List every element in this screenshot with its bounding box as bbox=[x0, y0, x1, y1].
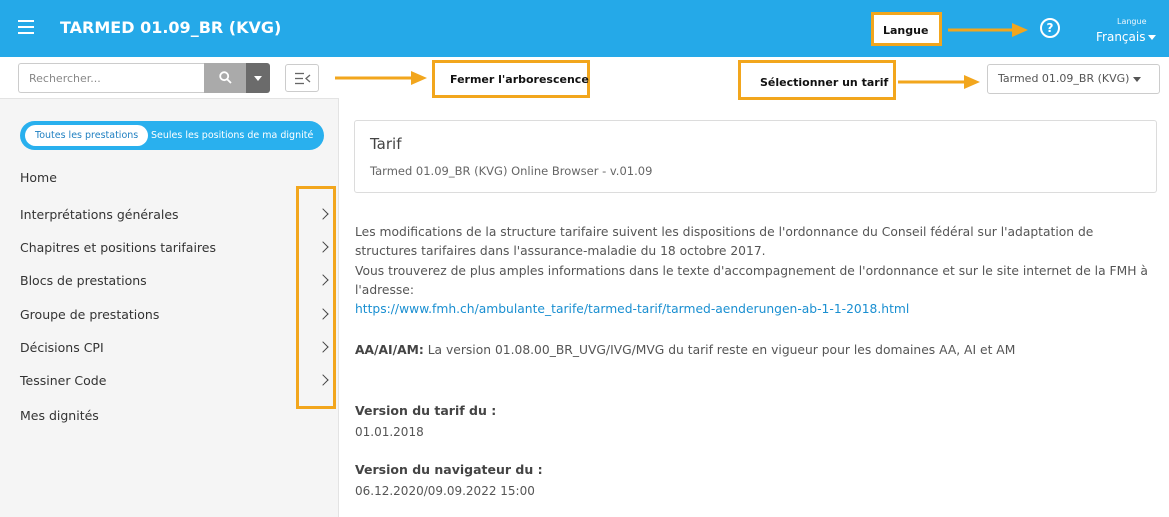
app-title: TARMED 01.09_BR (KVG) bbox=[60, 18, 282, 37]
hamburger-menu-icon[interactable] bbox=[18, 20, 34, 34]
sidebar-item-tessiner[interactable]: Tessiner Code bbox=[20, 373, 106, 388]
tariff-version-label: Version du tarif du : bbox=[355, 403, 497, 418]
aa-ai-am-note: AA/AI/AM: La version 01.08.00_BR_UVG/IVG… bbox=[355, 343, 1015, 357]
sidebar-item-home[interactable]: Home bbox=[20, 170, 57, 185]
language-select[interactable]: Français bbox=[1096, 30, 1157, 44]
annotation-select-tarif-box: Sélectionner un tarif bbox=[738, 60, 896, 100]
chevron-down-icon bbox=[1133, 76, 1142, 82]
sidebar-item-groupe[interactable]: Groupe de prestations bbox=[20, 307, 159, 322]
help-circle-icon[interactable]: ? bbox=[1040, 18, 1060, 38]
fmh-link[interactable]: https://www.fmh.ch/ambulante_tarife/tarm… bbox=[355, 302, 909, 316]
annotation-fermer-box: Fermer l'arborescence bbox=[432, 60, 590, 98]
sidebar-item-chapters[interactable]: Chapitres et positions tarifaires bbox=[20, 240, 216, 255]
sidebar-item-dignites[interactable]: Mes dignités bbox=[20, 408, 99, 423]
browser-version-label: Version du navigateur du : bbox=[355, 462, 543, 477]
annotation-arrow-icon bbox=[335, 71, 427, 85]
scope-toggle: Toutes les prestations Seules les positi… bbox=[20, 121, 324, 150]
chevron-down-icon bbox=[1148, 35, 1157, 40]
search-icon bbox=[219, 71, 232, 84]
search-button[interactable] bbox=[204, 63, 246, 93]
language-caption: Langue bbox=[1117, 17, 1147, 26]
annotation-chevrons-box bbox=[296, 186, 336, 409]
tariff-select-value: Tarmed 01.09_BR (KVG) bbox=[998, 72, 1130, 85]
intro-paragraph: Les modifications de la structure tarifa… bbox=[355, 225, 1094, 258]
collapse-tree-icon bbox=[295, 72, 311, 85]
annotation-langue-box: Langue bbox=[871, 12, 942, 46]
tariff-select[interactable]: Tarmed 01.09_BR (KVG) bbox=[987, 64, 1160, 94]
annotation-fermer-text: Fermer l'arborescence bbox=[450, 73, 589, 86]
annotation-select-tarif-text: Sélectionner un tarif bbox=[760, 76, 889, 89]
language-value: Français bbox=[1096, 30, 1146, 44]
card-subtitle: Tarmed 01.09_BR (KVG) Online Browser - v… bbox=[370, 164, 653, 178]
aa-label: AA/AI/AM: bbox=[355, 343, 424, 357]
sidebar-item-interpretations[interactable]: Interprétations générales bbox=[20, 207, 179, 222]
card-title: Tarif bbox=[370, 135, 402, 153]
sidebar-item-decisions[interactable]: Décisions CPI bbox=[20, 340, 104, 355]
tariff-card: Tarif Tarmed 01.09_BR (KVG) Online Brows… bbox=[354, 120, 1157, 193]
annotation-arrow-icon bbox=[898, 75, 980, 89]
annotation-langue-text: Langue bbox=[883, 24, 929, 37]
tariff-version-value: 01.01.2018 bbox=[355, 425, 424, 439]
toggle-all-services[interactable]: Toutes les prestations bbox=[25, 125, 149, 146]
aa-text: La version 01.08.00_BR_UVG/IVG/MVG du ta… bbox=[427, 343, 1016, 357]
search-input[interactable] bbox=[18, 63, 204, 93]
toggle-my-dignity[interactable]: Seules les positions de ma dignité bbox=[151, 125, 313, 146]
collapse-tree-button[interactable] bbox=[285, 64, 319, 92]
chevron-down-icon bbox=[254, 76, 262, 81]
sidebar-item-blocs[interactable]: Blocs de prestations bbox=[20, 273, 147, 288]
info-paragraph: Vous trouverez de plus amples informatio… bbox=[355, 264, 1148, 297]
search-options-button[interactable] bbox=[246, 63, 270, 93]
annotation-arrow-icon bbox=[948, 23, 1028, 37]
browser-version-value: 06.12.2020/09.09.2022 15:00 bbox=[355, 484, 535, 498]
